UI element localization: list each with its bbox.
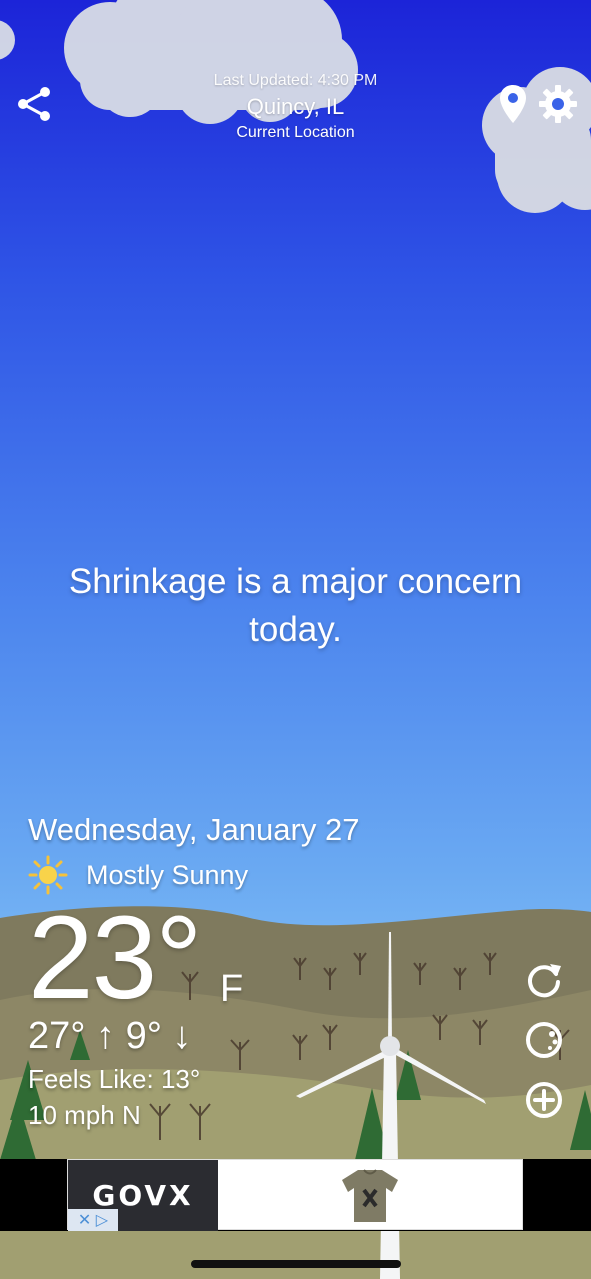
condition-text: Mostly Sunny	[86, 859, 249, 890]
settings-button[interactable]	[536, 82, 580, 126]
refresh-icon	[528, 964, 561, 998]
wind-text: 10 mph N	[28, 1100, 141, 1130]
map-pin-icon	[500, 85, 526, 123]
gear-icon	[539, 85, 577, 123]
ad-banner[interactable]: GOVX ✕ ▷	[67, 1159, 523, 1231]
weather-message: Shrinkage is a major concern today.	[68, 562, 523, 649]
temperature-unit[interactable]: F	[220, 968, 243, 1011]
current-temperature: 23°	[28, 892, 202, 1024]
ad-choices[interactable]: ✕ ▷	[68, 1209, 118, 1231]
refresh-button[interactable]	[522, 958, 566, 1002]
high-low-temperatures: 27° ↑ 9° ↓	[28, 1015, 192, 1057]
add-circle-icon	[526, 1082, 562, 1118]
current-location-label: Current Location	[236, 124, 355, 141]
tshirt-image	[342, 1169, 398, 1222]
feels-like-text: Feels Like: 13°	[28, 1064, 201, 1094]
forecast-date: Wednesday, January 27	[28, 812, 360, 847]
radar-icon	[526, 1022, 562, 1058]
location-button[interactable]	[491, 82, 535, 126]
radar-button[interactable]	[522, 1018, 566, 1062]
home-indicator[interactable]	[191, 1260, 401, 1268]
add-location-button[interactable]	[522, 1078, 566, 1122]
